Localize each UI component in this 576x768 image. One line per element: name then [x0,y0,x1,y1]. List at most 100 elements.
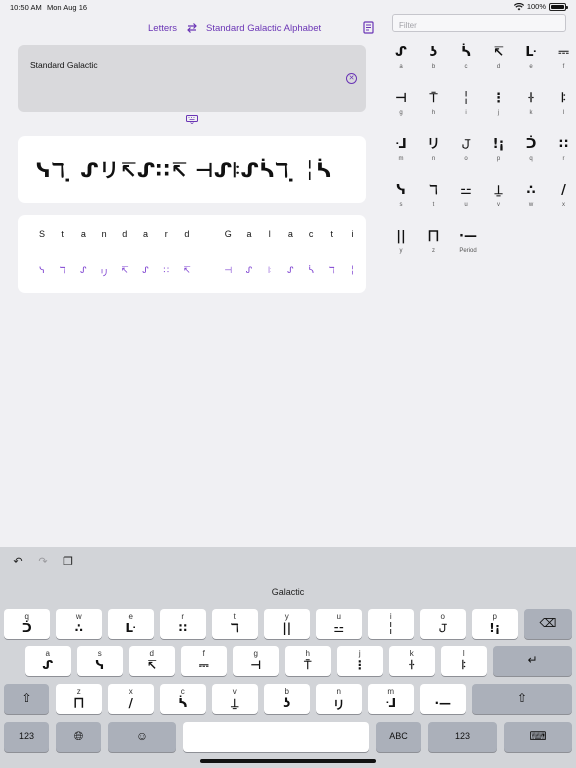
alphabet-label: z [432,248,435,254]
alphabet-cell[interactable]: ʖb [419,44,449,80]
alphabet-cell[interactable]: ⚍ u [451,182,481,218]
tab-letters[interactable]: Letters [148,23,177,34]
numbers-key-left[interactable]: 123 [4,722,49,752]
key-k[interactable]: kꖌ [389,646,435,676]
alphabet-glyph: ⍊ [494,183,503,198]
alphabet-cell[interactable]: !¡ p [484,136,514,172]
alphabet-cell[interactable]: ⎓ f [549,44,576,80]
key-f[interactable]: f ⎓ [181,646,227,676]
breakdown-glyph: ╎ [349,266,356,276]
key-glyph: ⚍ [333,621,345,635]
keyboard-suggestion[interactable]: Galactic [0,587,576,597]
alphabet-cell[interactable]: ⍑ h [419,90,449,126]
alphabet-cell[interactable]: リn [419,136,449,172]
alphabet-cell[interactable]: / x [549,182,576,218]
alphabet-cell[interactable]: ᔑa [386,44,416,80]
key-h[interactable]: h ⍑ [285,646,331,676]
paste-icon[interactable]: ❐ [62,556,74,568]
filter-input[interactable] [393,17,565,34]
breakdown-glyph: ᔑ [142,266,149,276]
key-l[interactable]: lꖎ [441,646,487,676]
shift-icon: ⇧ [516,691,528,705]
key-s[interactable]: sᓭ [77,646,123,676]
key-p[interactable]: p !¡ [472,609,518,639]
alphabet-cell[interactable]: ·— Period [451,228,485,264]
input-text[interactable]: Standard Galactic [30,60,98,70]
key-m[interactable]: mᒲ [368,684,414,714]
key-o[interactable]: o𝙹 [420,609,466,639]
translated-text: ᓭℸ ̣ ᔑリ↸ᔑ∷↸ ⊣ᔑꖎᔑᓵℸ ̣ ╎ᓵ [36,158,332,182]
alphabet-cell[interactable]: ᒷe [516,44,546,80]
filter-field[interactable] [392,14,566,34]
return-key[interactable]: ↵ [493,646,572,676]
keyboard-toggle-icon[interactable] [186,115,198,124]
shift-key-right[interactable]: ⇧ [472,684,572,714]
key-a[interactable]: aᔑ [25,646,71,676]
translation-output: ᓭℸ ̣ ᔑリ↸ᔑ∷↸ ⊣ᔑꖎᔑᓵℸ ̣ ╎ᓵ [18,136,366,203]
key-period[interactable]: ·— [420,684,466,714]
key-t[interactable]: tℸ [212,609,258,639]
emoji-key[interactable]: ☺ [108,722,176,752]
tab-standard-galactic-alphabet[interactable]: Standard Galactic Alphabet [206,23,321,34]
key-q[interactable]: qᑑ [4,609,50,639]
key-r[interactable]: r ∷ [160,609,206,639]
key-glyph: ⍊ [231,696,239,710]
alphabet-label: o [464,156,468,162]
key-w[interactable]: w ∴ [56,609,102,639]
alphabet-cell[interactable]: ⍊ v [484,182,514,218]
alphabet-cell[interactable]: ↸ d [484,44,514,80]
alphabet-glyph: ⨅ [428,229,439,244]
key-i[interactable]: i ╎ [368,609,414,639]
key-glyph: ℸ [230,621,239,635]
redo-icon[interactable]: ↷ [37,556,49,568]
key-x[interactable]: x / [108,684,154,714]
key-v[interactable]: v ⍊ [212,684,258,714]
clear-icon[interactable]: ✕ [346,73,357,84]
undo-icon[interactable]: ↶ [12,556,24,568]
alphabet-cell[interactable]: ⋮ j [484,90,514,126]
shift-key-left[interactable]: ⇧ [4,684,49,714]
book-icon[interactable] [362,21,375,35]
alphabet-cell[interactable]: 𝙹o [451,136,481,172]
alphabet-cell[interactable]: ᑑq [516,136,546,172]
alphabet-cell[interactable]: ꖎl [549,90,576,126]
key-b[interactable]: bʖ [264,684,310,714]
space-key[interactable] [183,722,369,752]
alphabet-cell[interactable]: ∴ w [516,182,546,218]
key-z[interactable]: z ⨅ [56,684,102,714]
key-glyph: ᒲ [385,696,397,710]
input-text-area[interactable]: Standard Galactic ✕ [18,45,366,112]
swap-icon[interactable] [186,22,198,34]
alphabet-cell[interactable]: ╎ i [451,90,481,126]
alphabet-label: a [399,64,403,70]
breakdown-letter: a [142,229,148,239]
alphabet-cell[interactable]: ᓵc [451,44,481,80]
alphabet-cell[interactable]: ꖌk [516,90,546,126]
globe-key[interactable]: 🌐︎ [56,722,101,752]
numbers-key-right[interactable]: 123 [428,722,497,752]
alphabet-cell[interactable]: ᒲm [386,136,416,172]
key-g[interactable]: g ⊣ [233,646,279,676]
alphabet-cell[interactable]: || y [386,228,416,264]
key-d[interactable]: d ↸ [129,646,175,676]
alphabet-label: d [496,64,501,70]
alphabet-glyph: ⍑ [429,91,438,106]
abc-key[interactable]: ABC [376,722,421,752]
breakdown-letter: r [164,229,168,239]
alphabet-label: c [464,64,468,70]
key-n[interactable]: nリ [316,684,362,714]
alphabet-cell[interactable]: ᓭs [386,182,416,218]
alphabet-glyph: リ [426,137,440,152]
key-u[interactable]: u ⚍ [316,609,362,639]
alphabet-cell[interactable]: ℸt [419,182,449,218]
key-j[interactable]: j ⋮ [337,646,383,676]
key-c[interactable]: cᓵ [160,684,206,714]
delete-key[interactable]: ⌫ [524,609,572,639]
key-y[interactable]: y || [264,609,310,639]
key-e[interactable]: eᒷ [108,609,154,639]
alphabet-cell[interactable]: ⊣ g [386,90,416,126]
alphabet-cell[interactable]: ⨅ z [419,228,449,264]
alphabet-glyph: ·— [459,229,477,244]
keyboard-dismiss-key[interactable]: ⌨ [504,722,572,752]
alphabet-cell[interactable]: ∷ r [549,136,576,172]
